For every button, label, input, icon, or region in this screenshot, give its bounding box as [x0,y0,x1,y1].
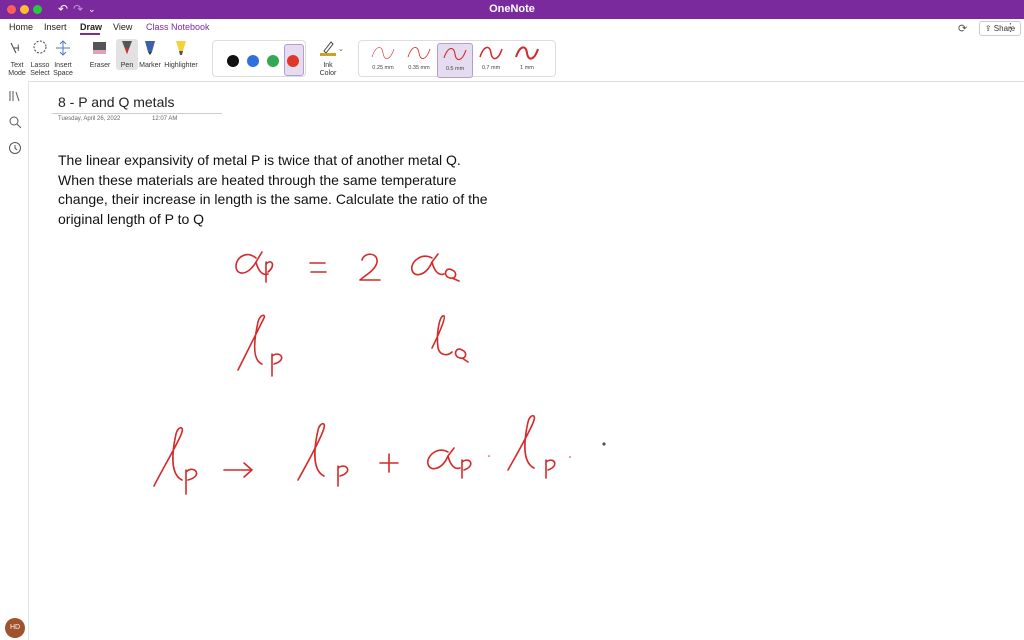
ink-dot [569,456,571,458]
ink-subscript-q [444,268,460,282]
ink-subscript-p3 [185,468,198,495]
ink-subscript-p4 [337,465,349,487]
ink-alpha-p [235,251,269,276]
ink-dot [488,455,490,457]
ink-l-p5 [507,414,536,471]
ink-two [359,253,381,281]
ink-alpha-p3 [427,447,461,470]
ink-l-p [237,314,266,371]
handwritten-ink-layer [153,251,606,495]
ink-plus [379,453,399,473]
ink-subscript-p5 [461,459,472,479]
ink-subscript-q2 [454,348,469,363]
ink-subscript-p [265,261,274,283]
ink-l-p3 [153,426,184,487]
ink-arrow [223,462,253,478]
ink-alpha-q [411,253,445,276]
ink-equals [309,262,327,273]
ink-l-q [431,315,453,356]
ink-subscript-p6 [545,459,556,479]
ink-subscript-p2 [271,353,283,377]
cursor-dot [602,442,606,446]
ink-l-p4 [297,422,326,481]
